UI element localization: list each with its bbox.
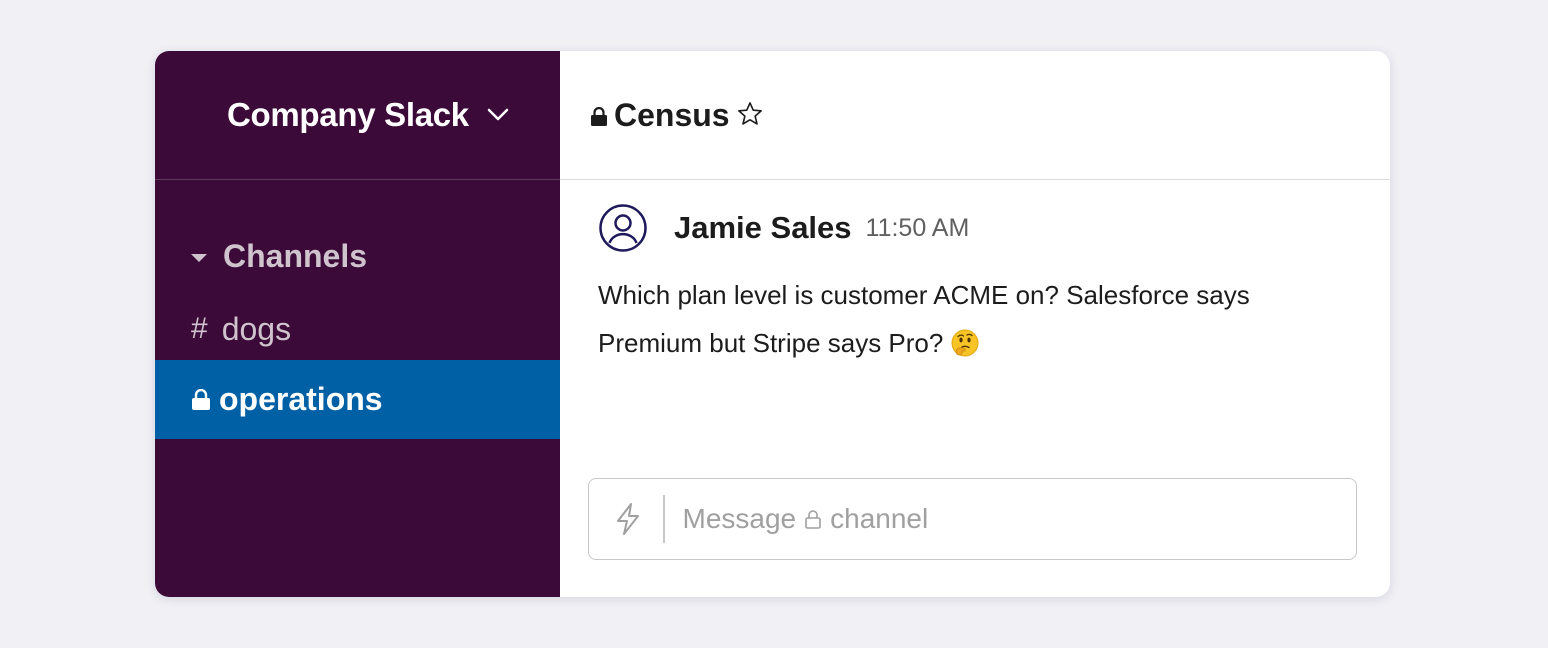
section-title: Channels <box>223 237 368 274</box>
lightning-bolt-icon[interactable] <box>613 502 643 536</box>
sidebar-item-label: operations <box>219 381 383 417</box>
lock-icon <box>590 107 608 127</box>
placeholder-suffix: channel <box>830 503 929 534</box>
channel-title[interactable]: Census <box>614 97 730 134</box>
hash-icon: # <box>191 312 208 345</box>
workspace-switcher[interactable]: Company Slack <box>155 51 560 180</box>
composer-divider <box>663 495 665 543</box>
avatar[interactable] <box>598 203 648 253</box>
message-composer[interactable]: Message channel <box>588 478 1357 560</box>
message-timestamp[interactable]: 11:50 AM <box>866 214 970 243</box>
placeholder-prefix: Message <box>682 503 797 534</box>
sidebar: Company Slack Channels # dogs operations <box>155 51 560 597</box>
main-pane: Census Jamie Sales 11:50 AM Which plan l… <box>560 51 1390 597</box>
message-header: Jamie Sales 11:50 AM <box>598 203 1338 253</box>
app-window: Company Slack Channels # dogs operations <box>155 51 1390 597</box>
lock-icon <box>191 388 211 411</box>
message-author[interactable]: Jamie Sales <box>674 210 852 246</box>
star-icon[interactable] <box>736 100 764 128</box>
workspace-name: Company Slack <box>227 96 469 133</box>
message: Jamie Sales 11:50 AM Which plan level is… <box>598 203 1338 367</box>
message-body: Which plan level is customer ACME on? Sa… <box>598 271 1338 367</box>
sidebar-item-operations[interactable]: operations <box>155 360 560 439</box>
chevron-down-icon <box>487 108 509 122</box>
channels-section-toggle[interactable]: Channels <box>191 234 367 278</box>
lock-icon <box>804 509 822 529</box>
message-text: Which plan level is customer ACME on? Sa… <box>598 280 1250 358</box>
caret-down-icon <box>191 254 207 262</box>
sidebar-item-dogs[interactable]: # dogs <box>155 301 560 357</box>
message-input[interactable]: Message channel <box>683 503 929 535</box>
thinking-face-icon <box>951 324 979 357</box>
channel-header: Census <box>560 51 1390 180</box>
sidebar-item-label: dogs <box>221 310 292 347</box>
